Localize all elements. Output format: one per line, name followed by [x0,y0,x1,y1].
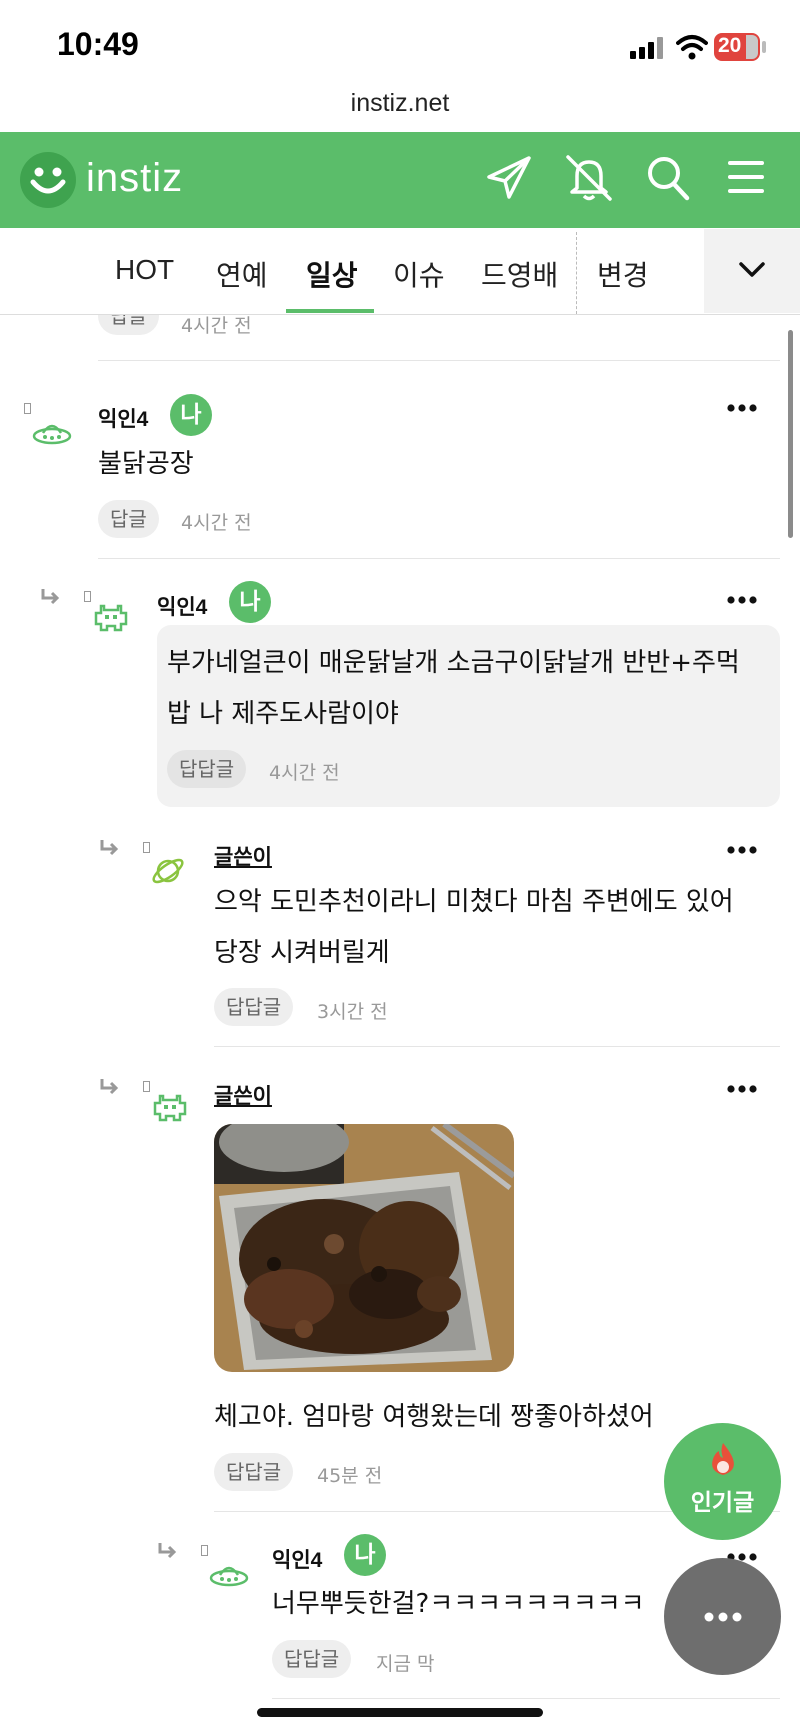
battery-icon: 20 [714,33,760,61]
comment-time: 4시간 전 [269,762,340,784]
divider [272,1698,780,1699]
more-options-icon[interactable] [727,596,757,604]
more-menu-button[interactable] [664,1558,781,1675]
home-indicator[interactable] [257,1708,543,1717]
status-time: 10:49 [57,26,139,62]
ufo-avatar-icon [32,424,72,445]
logo-text[interactable]: instiz [86,156,183,201]
divider [98,360,780,361]
me-badge: 나 [229,581,271,623]
menu-icon[interactable] [726,159,766,195]
wifi-icon [676,35,708,60]
comment-text: 불닭공장 [98,449,194,479]
chevron-down-icon [739,262,765,277]
invader-avatar-icon [94,604,128,632]
reply-button[interactable]: 답답글 [214,988,294,1026]
more-options-icon[interactable] [727,1085,757,1093]
nav-divider [576,232,577,314]
nav-daily[interactable]: 일상 [306,254,358,294]
logo-smile-icon[interactable] [20,152,76,208]
reply-arrow-icon [100,1079,119,1095]
comment-nickname[interactable]: 익인4 [98,403,148,433]
ellipsis-icon [704,1612,742,1622]
comment-time: 지금 막 [376,1653,435,1675]
scrollbar[interactable] [788,330,793,538]
signal-icon [630,37,663,59]
reply-arrow-icon [158,1543,177,1559]
level-marker [143,842,150,853]
nav-change[interactable]: 변경 [597,254,649,294]
comment-nickname[interactable]: 익인4 [157,591,207,621]
nav-hot[interactable]: HOT [115,254,174,286]
level-marker [84,591,91,602]
level-marker [143,1081,150,1092]
me-badge: 나 [170,394,212,436]
divider [98,558,780,559]
comment-time: 45분 전 [317,1465,383,1487]
reply-arrow-icon [41,589,60,605]
chicken-wings-photo [214,1124,514,1372]
comment-text-line2: 밥 나 제주도사람이야 [167,699,399,729]
comment-text-line1: 으악 도민추천이라니 미쳤다 마침 주변에도 있어 [214,887,734,917]
author-nickname[interactable]: 글쓴이 [214,841,272,871]
url-bar[interactable]: instiz.net [0,89,800,118]
battery-level: 20 [718,34,742,57]
level-marker [201,1545,208,1556]
comment-text-line1: 부가네얼큰이 매운닭날개 소금구이닭날개 반반+주먹 [167,648,740,678]
reply-arrow-icon [100,840,119,856]
comment-time: 4시간 전 [181,315,252,337]
comment-text: 너무뿌듯한걸?ㅋㅋㅋㅋㅋㅋㅋㅋㅋ [272,1589,645,1619]
divider [214,1046,780,1047]
nav-issue[interactable]: 이슈 [393,254,445,294]
ufo-avatar-icon [209,1566,249,1587]
bell-off-icon[interactable] [564,154,614,202]
nav-drama[interactable]: 드영배 [481,254,558,294]
comment-time: 4시간 전 [181,512,252,534]
reply-button[interactable]: 답글 [98,500,159,538]
nav-active-indicator [286,309,374,313]
comment-cutoff: 답글 4시간 전 [0,315,788,341]
battery-cap [762,41,766,53]
fire-icon [712,1443,734,1475]
comment-nickname[interactable]: 익인4 [272,1544,322,1574]
attached-photo[interactable] [214,1124,514,1372]
planet-avatar-icon [152,858,184,884]
author-nickname[interactable]: 글쓴이 [214,1080,272,1110]
search-icon[interactable] [646,155,690,201]
me-badge: 나 [344,1534,386,1576]
reply-button[interactable]: 답답글 [214,1453,294,1491]
nav-entertainment[interactable]: 연예 [216,254,268,294]
comment-text-line2: 당장 시켜버릴게 [214,938,390,968]
reply-button[interactable]: 답글 [98,315,159,335]
popular-posts-label: 인기글 [690,1490,755,1516]
invader-avatar-icon [153,1094,187,1122]
level-marker [24,403,31,414]
comment-text: 체고야. 엄마랑 여행왔는데 짱좋아하셨어 [214,1402,654,1432]
comment-time: 3시간 전 [317,1001,388,1023]
reply-button[interactable]: 답답글 [167,750,247,788]
more-options-icon[interactable] [727,404,757,412]
reply-button[interactable]: 답답글 [272,1640,352,1678]
paper-plane-icon[interactable] [486,155,532,201]
more-options-icon[interactable] [727,846,757,854]
nav-expand-button[interactable] [704,229,800,313]
